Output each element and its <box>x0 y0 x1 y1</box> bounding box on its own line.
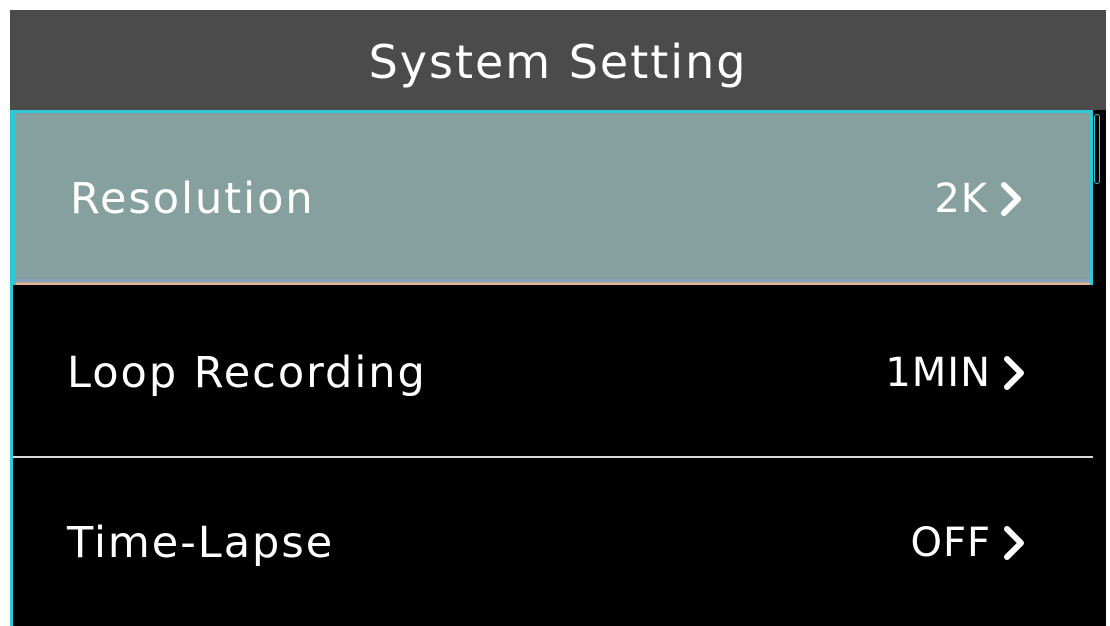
chevron-right-icon <box>1001 182 1021 216</box>
menu-item-loop-recording[interactable]: Loop Recording 1MIN <box>13 290 1093 456</box>
row-divider <box>13 456 1093 458</box>
settings-menu: Resolution 2K Loop Recording 1MIN Time-L… <box>10 110 1106 626</box>
menu-item-value: 2K <box>934 176 988 222</box>
chevron-right-icon <box>1004 526 1024 560</box>
settings-screen: System Setting Resolution 2K Loop Record… <box>10 10 1106 626</box>
menu-item-label: Loop Recording <box>67 348 427 398</box>
menu-item-value: 1MIN <box>885 350 991 396</box>
menu-item-value-group: 2K <box>934 176 1024 222</box>
page-title: System Setting <box>368 35 748 89</box>
menu-item-resolution[interactable]: Resolution 2K <box>13 110 1093 285</box>
menu-item-value-group: OFF <box>911 520 1028 566</box>
scrollbar-thumb[interactable] <box>1094 114 1100 184</box>
title-bar: System Setting <box>10 10 1106 110</box>
menu-item-time-lapse[interactable]: Time-Lapse OFF <box>13 460 1093 626</box>
menu-item-value-group: 1MIN <box>885 350 1027 396</box>
chevron-right-icon <box>1004 356 1024 390</box>
menu-item-value: OFF <box>910 520 991 566</box>
scrollbar[interactable] <box>1092 110 1102 626</box>
menu-item-label: Time-Lapse <box>67 518 335 568</box>
menu-item-label: Resolution <box>70 174 315 224</box>
